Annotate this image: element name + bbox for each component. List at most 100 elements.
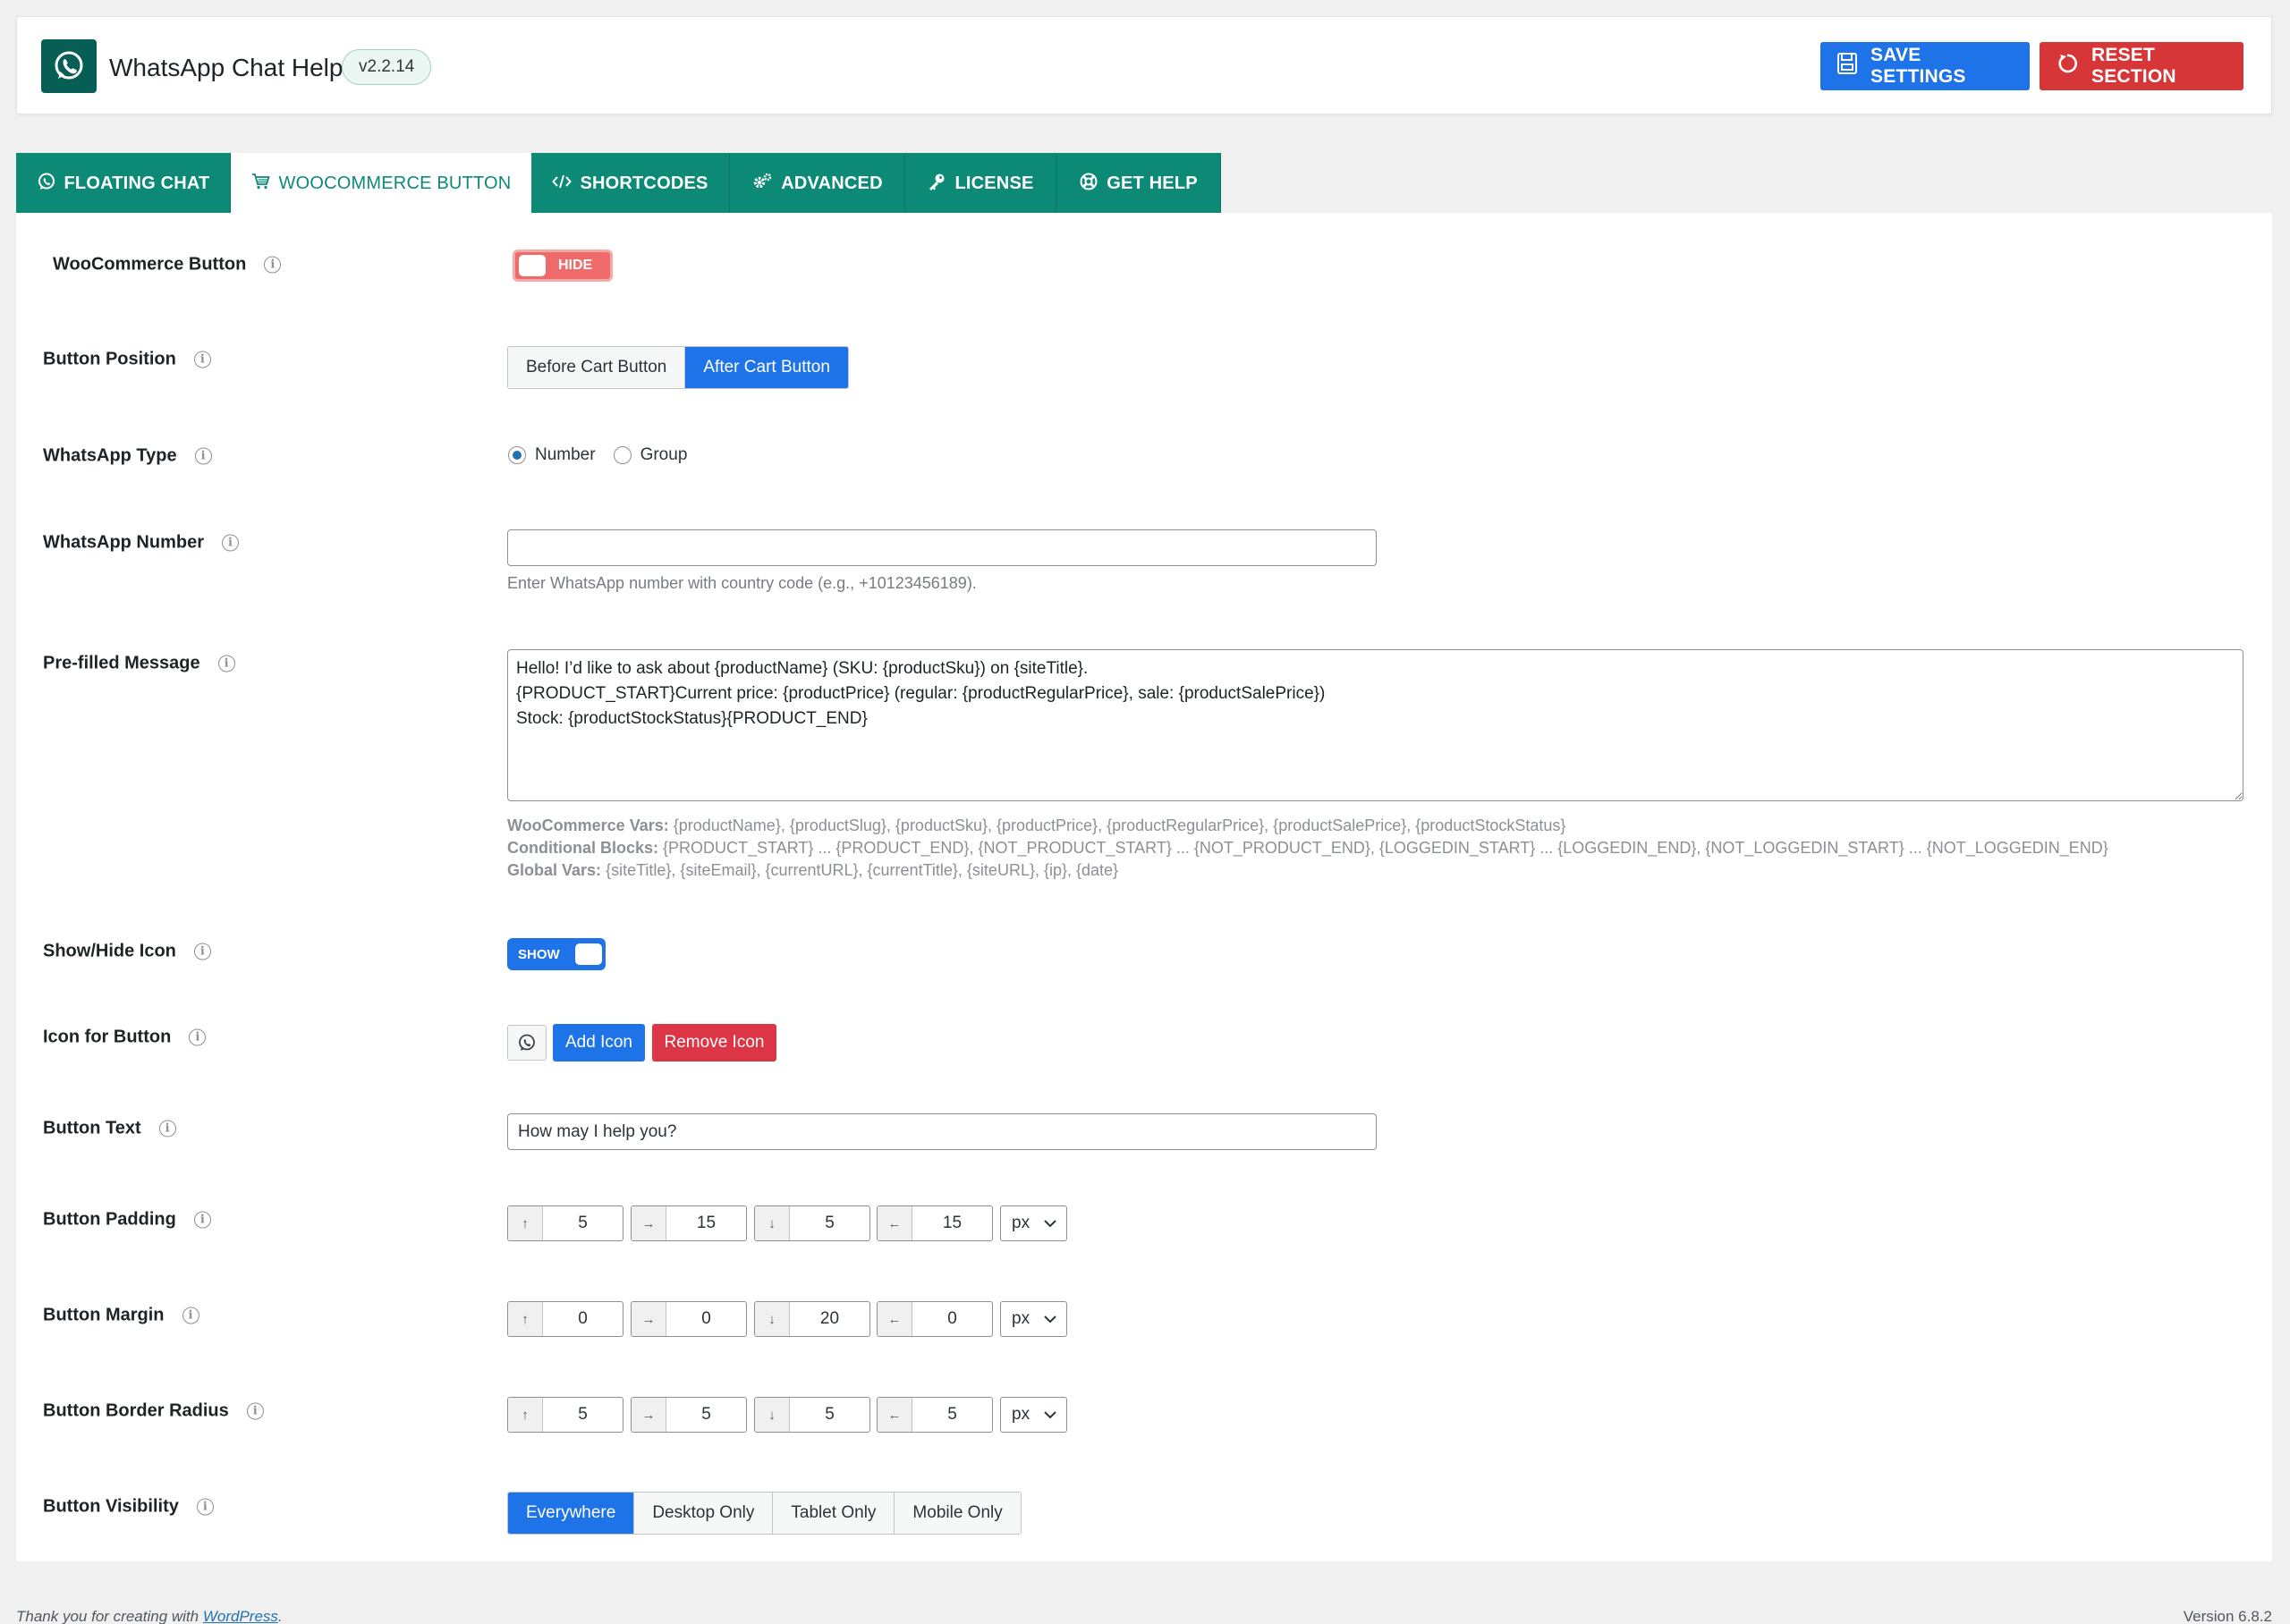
padding-unit-select[interactable]: px (1000, 1205, 1067, 1241)
save-settings-button[interactable]: SAVE SETTINGS (1820, 42, 2030, 90)
save-settings-label: SAVE SETTINGS (1870, 45, 1966, 87)
info-icon[interactable]: i (193, 943, 211, 960)
prefilled-message-textarea[interactable] (507, 649, 2243, 801)
radius-unit-select[interactable]: px (1000, 1397, 1067, 1433)
show-hide-icon-label: Show/Hide Icon i (43, 942, 211, 962)
whatsapp-number-input[interactable] (507, 529, 1377, 566)
tab-advanced[interactable]: ADVANCED (730, 153, 905, 215)
tab-get-help[interactable]: GET HELP (1056, 153, 1221, 215)
info-icon[interactable]: i (264, 256, 282, 274)
arrow-left-icon: ← (878, 1302, 912, 1336)
info-icon[interactable]: i (182, 1307, 199, 1324)
remove-icon-button[interactable]: Remove Icon (652, 1024, 776, 1062)
tab-shortcodes-label: SHORTCODES (580, 173, 708, 193)
show-hide-icon-toggle[interactable]: SHOW (507, 938, 606, 970)
info-icon[interactable]: i (196, 1498, 214, 1516)
toggle-knob (519, 255, 546, 276)
option-desktop-only[interactable]: Desktop Only (634, 1493, 774, 1534)
whatsapp-type-label: WhatsApp Type i (43, 446, 212, 467)
info-icon[interactable]: i (193, 351, 211, 368)
settings-panel: WooCommerce Button i HIDE Button Positio… (16, 213, 2272, 1561)
chevron-down-icon (1044, 1410, 1056, 1418)
arrow-down-icon: ↓ (755, 1398, 790, 1432)
info-icon[interactable]: i (246, 1402, 264, 1420)
version-badge: v2.2.14 (342, 49, 432, 85)
option-everywhere[interactable]: Everywhere (508, 1493, 635, 1534)
tab-license-label: LICENSE (954, 173, 1034, 193)
tab-advanced-label: ADVANCED (781, 173, 883, 193)
option-mobile-only[interactable]: Mobile Only (895, 1493, 1021, 1534)
whatsapp-logo-icon (41, 39, 97, 93)
whatsapp-icon (37, 172, 56, 197)
margin-bottom-input[interactable]: ↓ 20 (754, 1301, 870, 1337)
info-icon[interactable]: i (189, 1028, 207, 1046)
arrow-right-icon: → (632, 1206, 666, 1240)
info-icon[interactable]: i (193, 1211, 211, 1229)
tab-floating-chat[interactable]: FLOATING CHAT (16, 153, 231, 215)
whatsapp-number-help: Enter WhatsApp number with country code … (507, 574, 977, 592)
padding-right-input[interactable]: → 15 (631, 1205, 747, 1241)
global-vars-hint: Global Vars: {siteTitle}, {siteEmail}, {… (507, 861, 1119, 879)
radius-bottom-input[interactable]: ↓ 5 (754, 1397, 870, 1433)
tab-get-help-label: GET HELP (1107, 173, 1198, 193)
info-icon[interactable]: i (158, 1120, 176, 1138)
padding-bottom-input[interactable]: ↓ 5 (754, 1205, 870, 1241)
reset-icon (2056, 52, 2079, 80)
option-after-cart-button[interactable]: After Cart Button (685, 347, 848, 388)
gears-icon (751, 172, 773, 197)
tab-shortcodes[interactable]: SHORTCODES (531, 153, 730, 215)
prefilled-message-label: Pre-filled Message i (43, 654, 235, 674)
add-icon-button[interactable]: Add Icon (553, 1024, 645, 1062)
chevron-down-icon (1044, 1219, 1056, 1227)
radius-left-input[interactable]: ← 5 (877, 1397, 993, 1433)
key-icon (927, 172, 946, 197)
lifebuoy-icon (1079, 172, 1098, 197)
button-position-segmented: Before Cart Button After Cart Button (507, 346, 849, 389)
radio-number[interactable]: Number (508, 445, 596, 465)
toggle-state-label: SHOW (518, 946, 560, 962)
arrow-up-icon: ↑ (508, 1302, 543, 1336)
radius-right-input[interactable]: → 5 (631, 1397, 747, 1433)
arrow-left-icon: ← (878, 1206, 912, 1240)
button-border-radius-label: Button Border Radius i (43, 1401, 264, 1422)
arrow-up-icon: ↑ (508, 1206, 543, 1240)
settings-tabs: FLOATING CHAT WOOCOMMERCE BUTTON SHORTCO… (16, 153, 1221, 215)
tab-license[interactable]: LICENSE (905, 153, 1056, 215)
option-tablet-only[interactable]: Tablet Only (773, 1493, 895, 1534)
padding-top-input[interactable]: ↑ 5 (507, 1205, 623, 1241)
radio-group-control[interactable] (613, 446, 632, 464)
info-icon[interactable]: i (194, 447, 212, 465)
arrow-down-icon: ↓ (755, 1302, 790, 1336)
arrow-left-icon: ← (878, 1398, 912, 1432)
whatsapp-icon (519, 1034, 535, 1051)
toggle-knob (575, 943, 602, 965)
option-before-cart-button[interactable]: Before Cart Button (508, 347, 686, 388)
admin-footer-text: Thank you for creating with WordPress. (16, 1608, 283, 1624)
info-icon[interactable]: i (222, 534, 239, 552)
margin-top-input[interactable]: ↑ 0 (507, 1301, 623, 1337)
margin-right-input[interactable]: → 0 (631, 1301, 747, 1337)
toggle-state-label: HIDE (558, 258, 593, 273)
button-text-label: Button Text i (43, 1119, 176, 1139)
whatsapp-number-label: WhatsApp Number i (43, 533, 239, 554)
button-text-input[interactable]: How may I help you? (507, 1113, 1377, 1150)
margin-unit-select[interactable]: px (1000, 1301, 1067, 1337)
radius-top-input[interactable]: ↑ 5 (507, 1397, 623, 1433)
wordpress-link[interactable]: WordPress (203, 1608, 278, 1624)
app-title: WhatsApp Chat Help (109, 54, 344, 81)
woocommerce-vars-hint: WooCommerce Vars: {productName}, {produc… (507, 816, 1566, 834)
button-visibility-label: Button Visibility i (43, 1497, 214, 1518)
wordpress-version: Version 6.8.2 (2183, 1608, 2272, 1624)
code-icon (552, 173, 572, 195)
radio-group[interactable]: Group (613, 445, 687, 465)
arrow-right-icon: → (632, 1302, 666, 1336)
tab-woocommerce-button-label: WOOCOMMERCE BUTTON (278, 173, 512, 193)
tab-woocommerce-button[interactable]: WOOCOMMERCE BUTTON (231, 153, 531, 215)
radio-number-control[interactable] (508, 446, 526, 464)
padding-left-input[interactable]: ← 15 (877, 1205, 993, 1241)
tab-floating-chat-label: FLOATING CHAT (64, 173, 210, 193)
info-icon[interactable]: i (217, 655, 235, 672)
margin-left-input[interactable]: ← 0 (877, 1301, 993, 1337)
woocommerce-button-toggle[interactable]: HIDE (513, 250, 613, 282)
reset-section-button[interactable]: RESET SECTION (2040, 42, 2243, 90)
